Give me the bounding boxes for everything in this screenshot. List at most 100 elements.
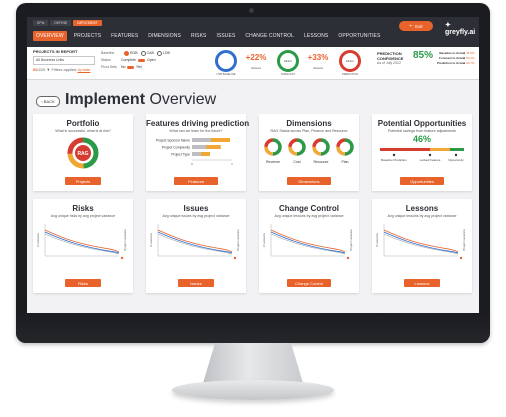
baseline-radio-lob[interactable] (156, 50, 162, 56)
nav-lessons[interactable]: LESSONS (301, 31, 331, 41)
projects-button[interactable]: Projects (65, 177, 101, 185)
filter-strip: PROJECTS IN REPORT All Business Units 60… (27, 47, 479, 80)
card-risks: Risks Avg unique risks by avg project va… (33, 199, 133, 293)
feature-bar-base (192, 138, 211, 142)
filter-options: Baseline ROB CAB LOB Status Complete Open Piv… (101, 50, 170, 71)
nav-dimensions[interactable]: DIMENSIONS (145, 31, 184, 41)
business-unit-select[interactable]: All Business Units (33, 56, 95, 65)
nav-opportunities[interactable]: OPPORTUNITIES (335, 31, 383, 41)
confidence-title: PREDICTION CONFIDENCE (377, 51, 404, 61)
baseline-radio-rob[interactable] (124, 50, 129, 56)
y-axis-label: # Lessons (262, 233, 266, 247)
status-toggle[interactable] (137, 58, 145, 62)
features-chart: Project Sponsor Name Project Complexity Pr… (156, 138, 233, 166)
variance-line (270, 229, 346, 253)
accuracy-stats: Baseline to Actual 45.0% Forecast to Act… (437, 51, 475, 66)
filter-icon: ▼ (46, 67, 51, 72)
exit-button[interactable]: ⇠ Exit (399, 21, 433, 31)
card-portfolio: Portfolio What is successful, what is at… (33, 114, 133, 191)
issues-button[interactable]: Issues (178, 279, 214, 287)
tab-kpis[interactable]: KPIs (33, 20, 49, 26)
kpi-label: Variance (250, 67, 262, 70)
page-title-rest: Overview (145, 91, 217, 108)
nav-features[interactable]: FEATURES (108, 31, 141, 41)
tab-implement[interactable]: IMPLEMENT (73, 20, 102, 26)
update-link[interactable]: Update (78, 67, 91, 72)
legend-dot (233, 256, 237, 260)
marker-baseline (392, 153, 396, 157)
baseline-opt-cab: CAB (146, 51, 154, 55)
variance-value: +33% (307, 53, 329, 62)
stat-label: Forecast to Actual (439, 56, 466, 60)
card-title: Risks (72, 204, 94, 213)
nav-change-control[interactable]: CHANGE CONTROL (242, 31, 297, 41)
marker-label: Locked Feature (420, 158, 441, 162)
feature-label: Project Complexity (162, 146, 191, 150)
pivot-opt-no: No (121, 65, 126, 69)
card-lessons: Lessons Avg unique lessons by avg projec… (372, 199, 472, 293)
dimensions-button[interactable]: Dimensions (287, 177, 331, 185)
status-opt-open: Open (146, 58, 156, 62)
opportunities-button[interactable]: Opportunities (400, 177, 444, 185)
card-dimensions: Dimensions RAG Status across Plan, Finan… (259, 114, 359, 191)
pivot-opt-rel: Rel (136, 65, 142, 69)
variance-line (44, 229, 120, 253)
card-title: Potential Opportunities (377, 119, 467, 128)
nav-projects[interactable]: PROJECTS (71, 31, 104, 41)
project-count: 60/220 ▼ Filters applied Update (33, 67, 95, 72)
back-button[interactable]: ‹ BACK (36, 96, 60, 107)
variance-line (383, 229, 459, 253)
status-label: Status (101, 58, 111, 62)
kpi-baseline: OVB BASELINE (211, 50, 241, 76)
app-screen: KPIs DEFINE IMPLEMENT OVERVIEW PROJECTS … (27, 17, 479, 313)
project-count-total: /220 (37, 67, 46, 72)
filters-applied: Filters applied (51, 67, 77, 72)
donut-label: Resource (314, 160, 329, 164)
rag-donut: RAG (67, 137, 99, 169)
features-button[interactable]: Features (174, 177, 218, 185)
rag-label: RAG (77, 151, 88, 157)
back-arrow-icon: ‹ (41, 99, 43, 104)
marker-opportunity (454, 153, 458, 157)
stat-label: Baseline to Actual (439, 51, 466, 55)
feature-bar-base (192, 145, 207, 149)
kpi-label: PREDICTION (342, 73, 358, 76)
card-subtitle: RAG Status across Plan, Finance and Reso… (270, 129, 348, 133)
forecast-value: £10m (284, 59, 292, 63)
change-control-chart: # Lessons Project variance (262, 224, 353, 260)
confidence-value: 85% (413, 50, 434, 61)
forecast-ring: £10m (277, 50, 299, 72)
kpi-label: OVB BASELINE (216, 73, 236, 76)
webcam-icon (249, 8, 254, 13)
risks-button[interactable]: Risks (65, 279, 101, 287)
nav-issues[interactable]: ISSUES (213, 31, 238, 41)
stat-row: Prediction to Actual 90.7% (437, 61, 475, 66)
page-title-bold: Implement (65, 91, 146, 108)
tab-define[interactable]: DEFINE (50, 20, 72, 26)
nav-risks[interactable]: RISKS (188, 31, 210, 41)
nav-overview[interactable]: OVERVIEW (33, 31, 67, 41)
baseline-ring (215, 50, 237, 72)
logo-icon: ✦ (445, 22, 451, 29)
stat-label: Prediction to Actual (437, 61, 466, 65)
marker-label: Opportunity (448, 158, 464, 162)
risks-chart: # Lessons Project variance (36, 224, 127, 260)
card-features: Features driving prediction What can we … (146, 114, 249, 191)
pivot-toggle[interactable] (127, 65, 135, 69)
baseline-radio-cab[interactable] (140, 50, 146, 56)
variance-line (157, 229, 233, 253)
donut-label: Plan (341, 160, 348, 164)
legend-dot (459, 256, 463, 260)
lessons-button[interactable]: Lessons (404, 279, 440, 287)
change-control-button[interactable]: Change Control (287, 279, 331, 287)
feature-label: Project Sponsor Name (156, 139, 190, 143)
card-title: Lessons (405, 204, 439, 213)
stage-tabs: KPIs DEFINE IMPLEMENT (33, 20, 102, 26)
baseline-label: Baseline (101, 51, 115, 55)
monitor-stand (203, 343, 303, 383)
y-axis-label: # Lessons (375, 233, 379, 247)
prediction-value: £14m (346, 59, 354, 63)
kpi-label: Variance (312, 67, 324, 70)
y2-axis-label: Project variance (349, 229, 353, 251)
marker-locked (428, 153, 432, 157)
